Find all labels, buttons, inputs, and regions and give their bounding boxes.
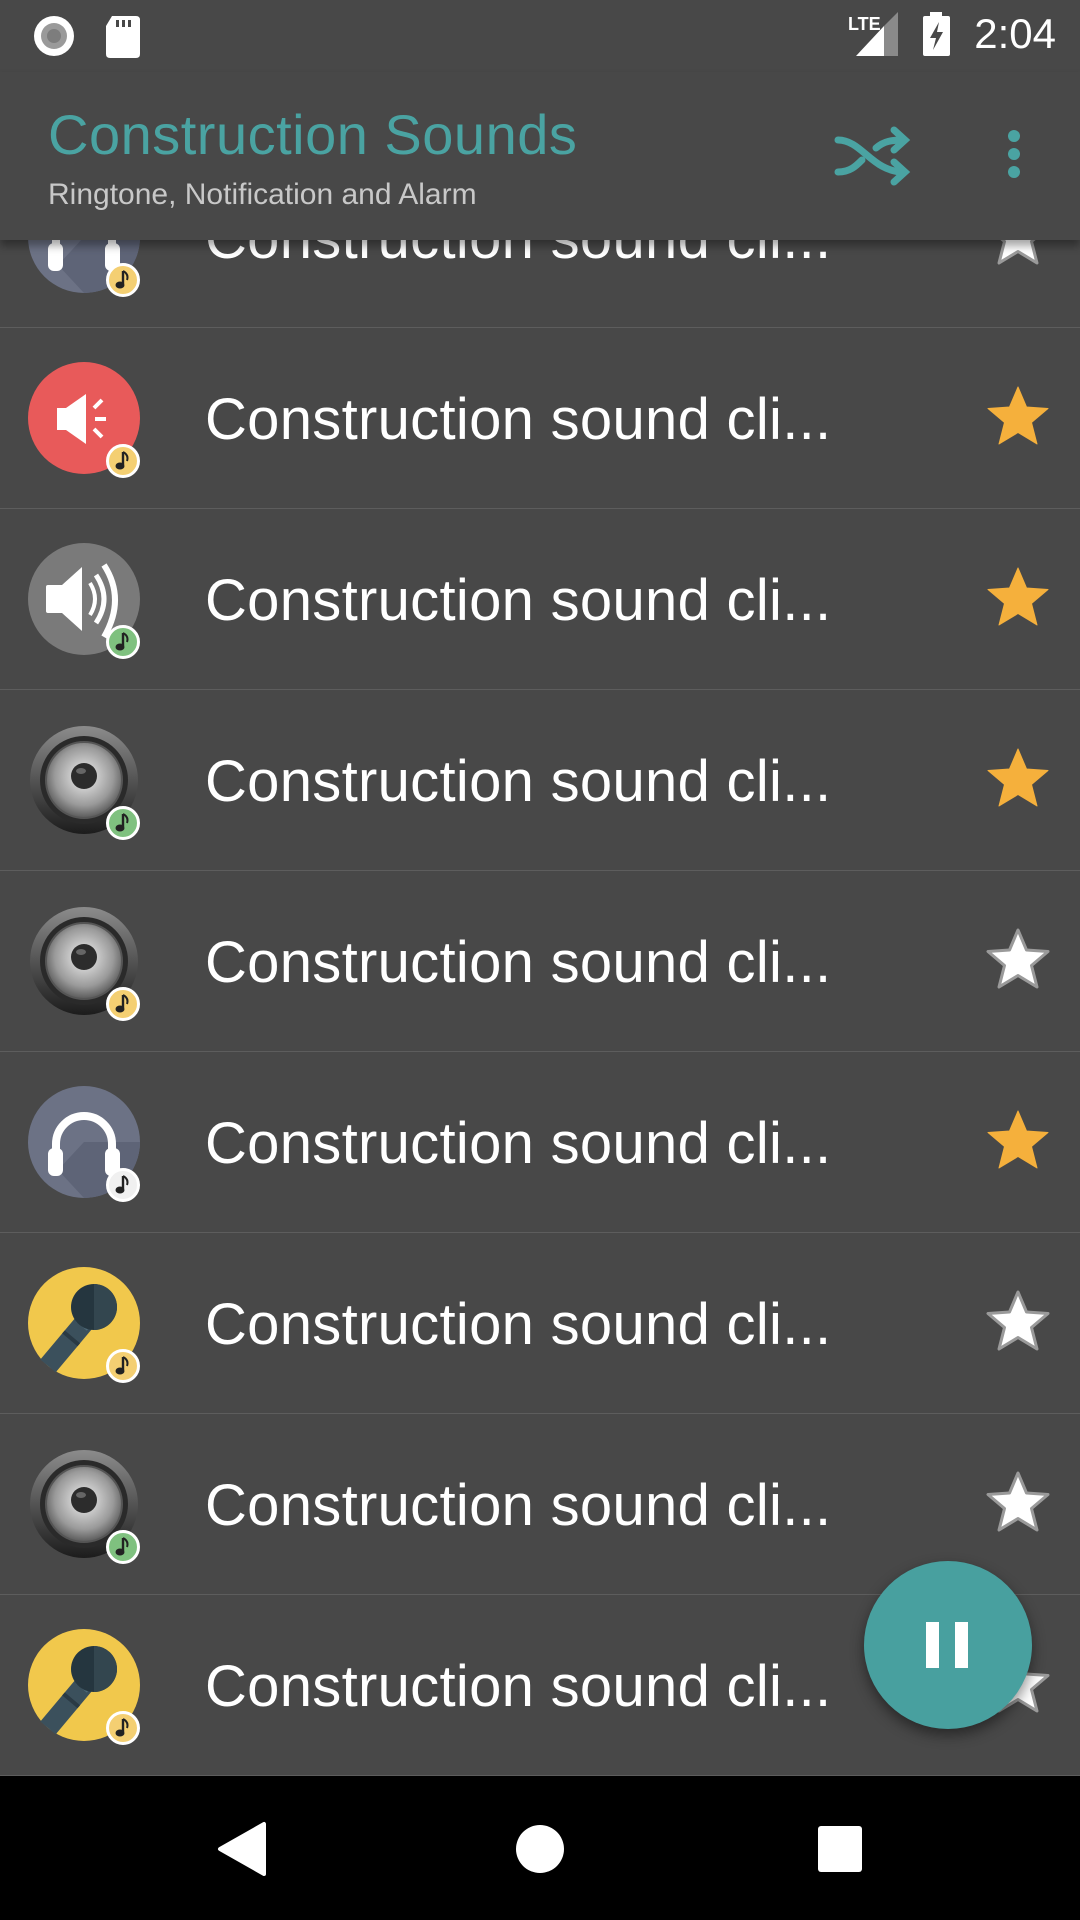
- favorite-toggle[interactable]: [984, 1288, 1052, 1356]
- music-note-icon: [115, 632, 129, 651]
- music-note-icon: [115, 1718, 129, 1737]
- favorite-toggle[interactable]: [984, 383, 1052, 451]
- shuffle-icon: [834, 126, 911, 186]
- status-bar: LTE 2:04: [0, 0, 1080, 72]
- battery-charging-icon: [923, 12, 951, 56]
- music-note-badge: [106, 1711, 140, 1745]
- status-right-icons: LTE 2:04: [846, 10, 1056, 58]
- music-note-badge: [106, 806, 140, 840]
- lte-signal-icon: LTE: [848, 12, 899, 56]
- music-note-icon: [115, 451, 129, 470]
- favorite-toggle[interactable]: [984, 1107, 1052, 1175]
- record-icon: [34, 16, 74, 56]
- music-note-badge: [106, 1530, 140, 1564]
- music-note-badge: [106, 1168, 140, 1202]
- sound-list-item[interactable]: Construction sound cli...: [0, 1233, 1080, 1414]
- music-note-badge: [106, 263, 140, 297]
- music-note-badge: [106, 625, 140, 659]
- sound-title: Construction sound cli...: [205, 1292, 832, 1357]
- star-outline-icon: [986, 1290, 1050, 1351]
- recents-icon: [818, 1826, 862, 1872]
- star-filled-icon: [987, 567, 1049, 626]
- sound-list[interactable]: Construction sound cli... Construction s…: [0, 147, 1080, 1776]
- sound-title: Construction sound cli...: [205, 1473, 832, 1538]
- app-bar: Construction Sounds Ringtone, Notificati…: [0, 72, 1080, 240]
- music-note-badge: [106, 987, 140, 1021]
- music-note-icon: [115, 1537, 129, 1556]
- app-subtitle: Ringtone, Notification and Alarm: [48, 178, 477, 211]
- pause-icon: [926, 1622, 968, 1668]
- navigation-bar: [0, 1776, 1080, 1920]
- sound-list-item[interactable]: Construction sound cli...: [0, 690, 1080, 871]
- sound-list-item[interactable]: Construction sound cli...: [0, 328, 1080, 509]
- sound-title: Construction sound cli...: [205, 568, 832, 633]
- network-label: LTE: [848, 14, 881, 34]
- favorite-toggle[interactable]: [984, 926, 1052, 994]
- sound-list-item[interactable]: Construction sound cli...: [0, 871, 1080, 1052]
- sound-title: Construction sound cli...: [205, 749, 832, 814]
- favorite-toggle[interactable]: [984, 564, 1052, 632]
- back-icon: [218, 1822, 266, 1876]
- star-filled-icon: [987, 748, 1049, 807]
- music-note-badge: [106, 444, 140, 478]
- more-vert-icon: [1008, 130, 1020, 178]
- sd-card-icon: [106, 16, 140, 58]
- more-options-button[interactable]: [990, 124, 1038, 188]
- favorite-toggle[interactable]: [984, 745, 1052, 813]
- music-note-icon: [115, 270, 129, 289]
- music-note-icon: [115, 994, 129, 1013]
- star-filled-icon: [987, 1110, 1049, 1169]
- sound-title: Construction sound cli...: [205, 387, 832, 452]
- music-note-badge: [106, 1349, 140, 1383]
- music-note-icon: [115, 1175, 129, 1194]
- recents-button[interactable]: [805, 1814, 875, 1884]
- home-icon: [516, 1825, 564, 1873]
- music-note-icon: [115, 1356, 129, 1375]
- clock: 2:04: [974, 10, 1056, 57]
- sound-title: Construction sound cli...: [205, 930, 832, 995]
- status-left-icons: [30, 14, 150, 65]
- star-outline-icon: [986, 1471, 1050, 1532]
- sound-list-item[interactable]: Construction sound cli...: [0, 1052, 1080, 1233]
- app-title: Construction Sounds: [48, 103, 578, 166]
- sound-title: Construction sound cli...: [205, 1654, 832, 1719]
- back-button[interactable]: [206, 1814, 276, 1884]
- home-button[interactable]: [505, 1814, 575, 1884]
- music-note-icon: [115, 813, 129, 832]
- star-outline-icon: [986, 928, 1050, 989]
- sound-title: Construction sound cli...: [205, 1111, 832, 1176]
- favorite-toggle[interactable]: [984, 1469, 1052, 1537]
- pause-button[interactable]: [864, 1561, 1032, 1729]
- shuffle-button[interactable]: [832, 124, 916, 188]
- sound-list-item[interactable]: Construction sound cli...: [0, 509, 1080, 690]
- star-filled-icon: [987, 386, 1049, 445]
